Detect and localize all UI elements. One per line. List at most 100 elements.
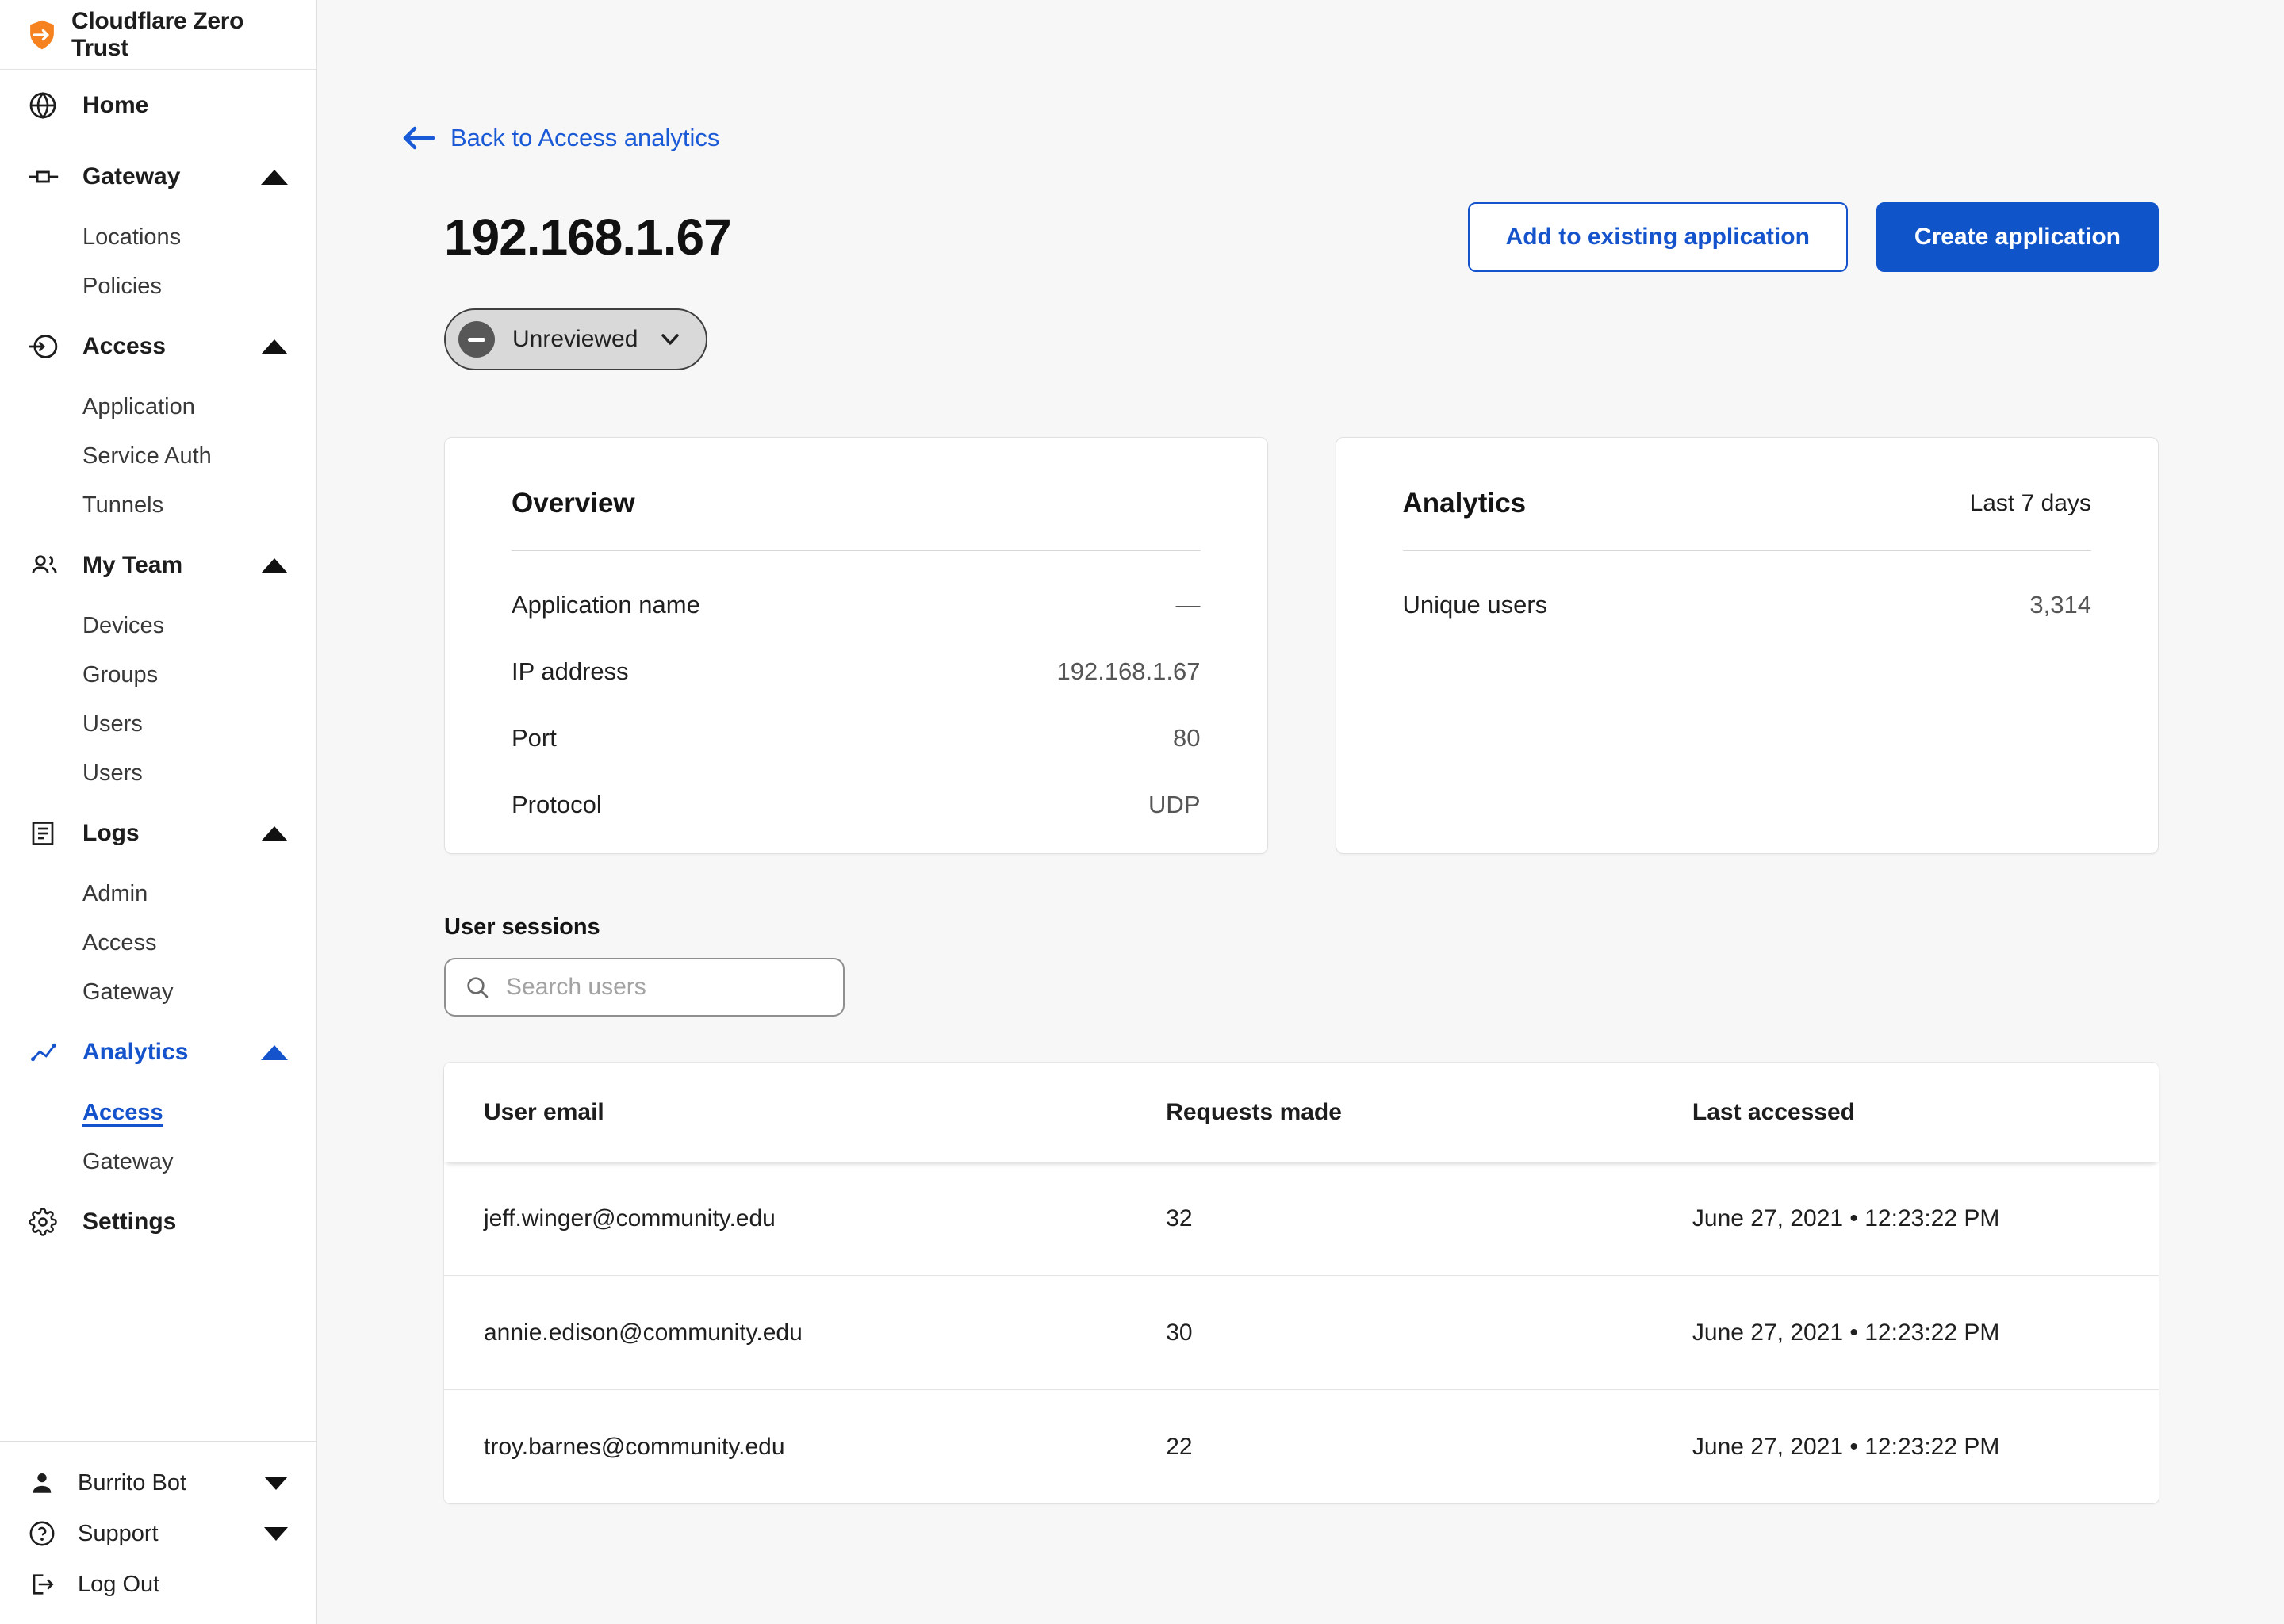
collapse-caret-icon[interactable] [261, 1045, 288, 1060]
main-content: Back to Access analytics 192.168.1.67 Ad… [317, 0, 2284, 1624]
sidebar-item-label: Settings [82, 1208, 176, 1235]
row-value: — [1176, 591, 1201, 619]
status-label: Unreviewed [512, 326, 638, 353]
account-menu[interactable]: Burrito Bot [0, 1457, 316, 1508]
last-accessed-cell: June 27, 2021 • 12:23:22 PM [1692, 1320, 2159, 1346]
row-value: 192.168.1.67 [1056, 657, 1200, 686]
table-row[interactable]: troy.barnes@community.edu 22 June 27, 20… [444, 1389, 2159, 1503]
analytics-row-unique-users: Unique users 3,314 [1403, 572, 2092, 638]
sidebar-item-analytics-access[interactable]: Access [0, 1088, 316, 1137]
access-icon [29, 331, 63, 362]
row-value: UDP [1148, 791, 1200, 819]
table-row[interactable]: jeff.winger@community.edu 32 June 27, 20… [444, 1162, 2159, 1275]
page-title: 192.168.1.67 [444, 208, 731, 266]
table-row[interactable]: annie.edison@community.edu 30 June 27, 2… [444, 1275, 2159, 1389]
sidebar-item-access[interactable]: Access [0, 311, 316, 382]
logout-icon [29, 1571, 60, 1598]
sidebar-item-logs[interactable]: Logs [0, 798, 316, 869]
sidebar-item-locations[interactable]: Locations [0, 213, 316, 262]
app-window: Cloudflare Zero Trust Home Gate [0, 0, 2284, 1624]
sidebar-item-gateway[interactable]: Gateway [0, 141, 316, 213]
collapse-caret-icon[interactable] [261, 826, 288, 841]
requests-made-cell: 22 [1166, 1434, 1692, 1461]
analytics-range: Last 7 days [1970, 490, 2091, 517]
sidebar-item-analytics-gateway[interactable]: Gateway [0, 1137, 316, 1186]
sidebar-item-label: Analytics [82, 1039, 188, 1066]
sidebar-item-label: My Team [82, 552, 182, 579]
support-menu[interactable]: Support [0, 1508, 316, 1559]
table-body: jeff.winger@community.edu 32 June 27, 20… [444, 1162, 2159, 1503]
user-email-cell: annie.edison@community.edu [444, 1320, 1166, 1346]
sidebar-item-my-team[interactable]: My Team [0, 530, 316, 601]
team-icon [29, 550, 63, 581]
column-header-last-accessed: Last accessed [1692, 1099, 2159, 1126]
sidebar-item-groups[interactable]: Groups [0, 650, 316, 699]
row-label: Application name [512, 591, 700, 619]
help-icon [29, 1520, 60, 1547]
overview-row-protocol: Protocol UDP [512, 772, 1201, 838]
search-users-box [444, 958, 845, 1017]
user-sessions-table: User email Requests made Last accessed j… [444, 1063, 2159, 1503]
sidebar-item-label: Gateway [82, 163, 180, 190]
sidebar-item-users[interactable]: Users [0, 699, 316, 749]
collapse-caret-icon[interactable] [261, 170, 288, 185]
summary-cards: Overview Application name — IP address 1… [444, 437, 2159, 854]
sidebar-item-devices[interactable]: Devices [0, 601, 316, 650]
add-to-existing-application-button[interactable]: Add to existing application [1468, 202, 1848, 272]
analytics-card-title: Analytics [1403, 488, 1527, 519]
row-label: Protocol [512, 791, 602, 819]
status-dropdown[interactable]: Unreviewed [444, 308, 707, 370]
analytics-card: Analytics Last 7 days Unique users 3,314 [1336, 437, 2159, 854]
overview-row-application-name: Application name — [512, 572, 1201, 638]
sidebar-item-logs-gateway[interactable]: Gateway [0, 967, 316, 1017]
back-link-label: Back to Access analytics [450, 124, 719, 152]
user-sessions-label: User sessions [444, 914, 2159, 940]
sidebar-item-policies[interactable]: Policies [0, 262, 316, 311]
brand: Cloudflare Zero Trust [0, 0, 316, 70]
sidebar-item-home[interactable]: Home [0, 70, 316, 141]
sidebar-nav: Home Gateway Locations Policies [0, 70, 316, 1258]
sidebar-item-application[interactable]: Application [0, 382, 316, 431]
page-header: 192.168.1.67 Add to existing application… [444, 202, 2159, 272]
log-out[interactable]: Log Out [0, 1559, 316, 1610]
sidebar-footer: Burrito Bot Support [0, 1441, 316, 1624]
column-header-user-email: User email [444, 1099, 1166, 1126]
gear-icon [29, 1208, 63, 1236]
sidebar-item-users-2[interactable]: Users [0, 749, 316, 798]
overview-row-ip-address: IP address 192.168.1.67 [512, 638, 1201, 705]
last-accessed-cell: June 27, 2021 • 12:23:22 PM [1692, 1434, 2159, 1461]
sidebar-item-logs-admin[interactable]: Admin [0, 869, 316, 918]
sidebar-item-logs-access[interactable]: Access [0, 918, 316, 967]
globe-icon [29, 91, 63, 120]
user-email-cell: troy.barnes@community.edu [444, 1434, 1166, 1461]
search-users-input[interactable] [504, 973, 824, 1002]
last-accessed-cell: June 27, 2021 • 12:23:22 PM [1692, 1205, 2159, 1232]
sidebar-item-analytics[interactable]: Analytics [0, 1017, 316, 1088]
support-label: Support [78, 1521, 159, 1547]
create-application-button[interactable]: Create application [1876, 202, 2159, 272]
sidebar-item-settings[interactable]: Settings [0, 1186, 316, 1258]
requests-made-cell: 32 [1166, 1205, 1692, 1232]
back-to-access-analytics-link[interactable]: Back to Access analytics [400, 124, 719, 152]
sidebar-item-label: Home [82, 92, 148, 119]
brand-label: Cloudflare Zero Trust [71, 8, 291, 62]
collapse-caret-icon[interactable] [261, 558, 288, 573]
requests-made-cell: 30 [1166, 1320, 1692, 1346]
sidebar: Cloudflare Zero Trust Home Gate [0, 0, 317, 1624]
back-arrow-icon [400, 124, 436, 152]
sidebar-item-tunnels[interactable]: Tunnels [0, 481, 316, 530]
column-header-requests-made: Requests made [1166, 1099, 1692, 1126]
collapse-caret-icon[interactable] [261, 339, 288, 354]
table-header-row: User email Requests made Last accessed [444, 1063, 2159, 1162]
analytics-icon [29, 1037, 63, 1067]
chevron-down-icon [658, 331, 682, 347]
header-actions: Add to existing application Create appli… [1468, 202, 2159, 272]
search-icon [465, 975, 490, 1000]
caret-down-icon [264, 1477, 288, 1490]
row-value: 3,314 [2029, 591, 2091, 619]
row-label: Port [512, 724, 557, 753]
caret-down-icon [264, 1527, 288, 1541]
overview-row-port: Port 80 [512, 705, 1201, 772]
unreviewed-status-icon [458, 321, 495, 358]
sidebar-item-service-auth[interactable]: Service Auth [0, 431, 316, 481]
